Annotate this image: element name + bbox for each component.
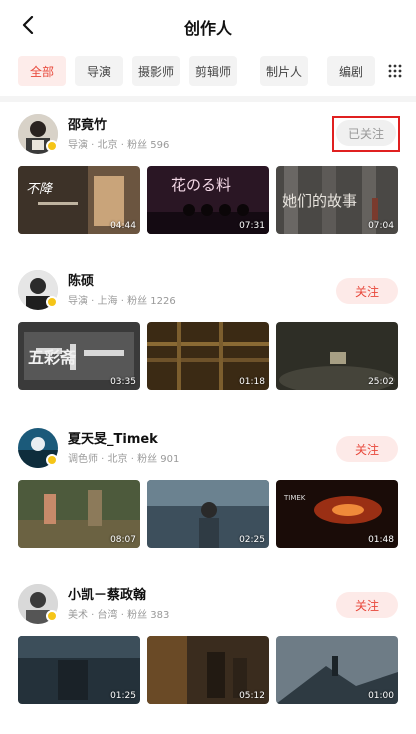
verified-badge-icon: [46, 610, 58, 622]
video-thumbnail[interactable]: 01:25: [18, 636, 140, 704]
follow-button[interactable]: 关注: [336, 436, 398, 462]
follow-button[interactable]: 关注: [336, 278, 398, 304]
video-thumbnail[interactable]: 01:18: [147, 322, 269, 390]
tab-screenwriter[interactable]: 编剧: [327, 56, 375, 86]
video-duration: 08:07: [110, 535, 136, 545]
creator-name[interactable]: 夏天旻_Timek: [68, 428, 158, 447]
video-thumbnail[interactable]: 25:02: [276, 322, 398, 390]
verified-badge-icon: [46, 140, 58, 152]
video-thumbnail[interactable]: 她们的故事 07:04: [276, 166, 398, 234]
category-tabs: 全部 导演 摄影师 剪辑师 制片人 编剧: [0, 56, 416, 86]
tab-editor[interactable]: 剪辑师: [189, 56, 237, 86]
video-thumbnail[interactable]: 05:12: [147, 636, 269, 704]
video-thumbnail[interactable]: TIMEK 01:48: [276, 480, 398, 548]
video-duration: 03:35: [110, 377, 136, 387]
video-list: 01:25 05:12 01:00: [18, 636, 398, 704]
creator-name[interactable]: 小凯－蔡政翰: [68, 584, 146, 603]
video-list: 五彩斋 03:35 01:18 25:02: [18, 322, 398, 390]
tab-director[interactable]: 导演: [75, 56, 123, 86]
video-duration: 04:44: [110, 221, 136, 231]
creator-card: 邵竟竹 导演 · 北京 · 粉丝 596 已关注 不降 04:44 花のる料 0…: [0, 108, 416, 264]
creator-name[interactable]: 陈硕: [68, 270, 94, 289]
video-title-overlay: TIMEK: [284, 494, 306, 502]
tab-cinematographer[interactable]: 摄影师: [132, 56, 180, 86]
video-duration: 25:02: [368, 377, 394, 387]
verified-badge-icon: [46, 454, 58, 466]
tab-all[interactable]: 全部: [18, 56, 66, 86]
follow-button[interactable]: 关注: [336, 592, 398, 618]
video-thumbnail[interactable]: 08:07: [18, 480, 140, 548]
video-thumbnail[interactable]: 不降 04:44: [18, 166, 140, 234]
video-thumbnail[interactable]: 02:25: [147, 480, 269, 548]
video-title-overlay: 不降: [26, 182, 53, 197]
video-duration: 01:25: [110, 691, 136, 701]
creator-card: 小凯－蔡政翰 美术 · 台湾 · 粉丝 383 关注 01:25 05:12 0…: [0, 578, 416, 734]
creator-meta: 导演 · 上海 · 粉丝 1226: [68, 296, 176, 307]
video-duration: 01:18: [239, 377, 265, 387]
video-list: 不降 04:44 花のる料 07:31 她们的故事 07:04: [18, 166, 398, 234]
page-title: 创作人: [183, 19, 232, 38]
creator-card: 陈硕 导演 · 上海 · 粉丝 1226 关注 五彩斋 03:35 01:18 …: [0, 264, 416, 420]
video-duration: 01:48: [368, 535, 394, 545]
video-duration: 01:00: [368, 691, 394, 701]
video-thumbnail[interactable]: 01:00: [276, 636, 398, 704]
grid-icon: [388, 64, 402, 78]
creator-meta: 美术 · 台湾 · 粉丝 383: [68, 610, 170, 621]
creator-meta: 调色师 · 北京 · 粉丝 901: [68, 454, 180, 465]
video-title-overlay: 花のる料: [171, 176, 232, 194]
video-list: 08:07 02:25 TIMEK 01:48: [18, 480, 398, 548]
video-title-overlay: 五彩斋: [28, 348, 77, 367]
video-thumbnail[interactable]: 五彩斋 03:35: [18, 322, 140, 390]
video-thumbnail[interactable]: 花のる料 07:31: [147, 166, 269, 234]
following-button[interactable]: 已关注: [336, 120, 396, 146]
creator-name[interactable]: 邵竟竹: [68, 114, 107, 133]
top-bar: 创作人: [0, 0, 416, 50]
section-divider: [0, 96, 416, 102]
video-duration: 07:04: [368, 221, 394, 231]
video-duration: 02:25: [239, 535, 265, 545]
verified-badge-icon: [46, 296, 58, 308]
creator-card: 夏天旻_Timek 调色师 · 北京 · 粉丝 901 关注 08:07 02:…: [0, 422, 416, 578]
creator-meta: 导演 · 北京 · 粉丝 596: [68, 140, 170, 151]
more-categories-button[interactable]: [382, 56, 408, 86]
video-title-overlay: 她们的故事: [282, 192, 358, 210]
video-duration: 07:31: [239, 221, 265, 231]
video-duration: 05:12: [239, 691, 265, 701]
tab-producer[interactable]: 制片人: [260, 56, 308, 86]
